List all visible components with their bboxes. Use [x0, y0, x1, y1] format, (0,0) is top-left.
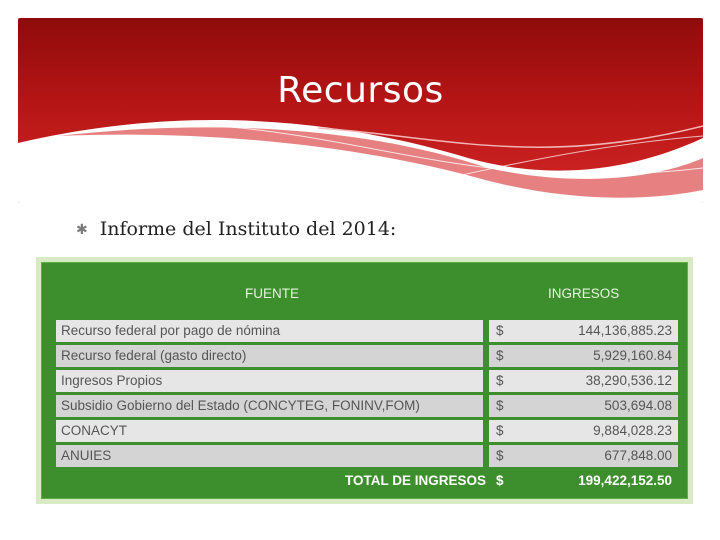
- ingreso-cell: $ 9,884,028.23: [489, 420, 678, 442]
- ingreso-cell: $ 503,694.08: [489, 395, 678, 417]
- currency-symbol: $: [496, 323, 504, 338]
- currency-symbol: $: [496, 373, 504, 388]
- ingreso-amount: 38,290,536.12: [585, 373, 672, 388]
- currency-symbol: $: [496, 398, 504, 413]
- slide-header: Recursos: [18, 18, 703, 203]
- ingreso-cell: $ 5,929,160.84: [489, 345, 678, 367]
- currency-symbol: $: [496, 423, 504, 438]
- ingreso-cell: $ 677,848.00: [489, 445, 678, 467]
- fuente-cell: Ingresos Propios: [56, 370, 483, 392]
- income-table: FUENTE INGRESOS Recurso federal por pago…: [41, 262, 688, 499]
- fuente-cell: ANUIES: [56, 445, 483, 467]
- income-table-frame: FUENTE INGRESOS Recurso federal por pago…: [36, 257, 693, 504]
- table-row: Ingresos Propios $ 38,290,536.12: [56, 370, 678, 392]
- slide-title: Recursos: [277, 70, 444, 111]
- table-row: ANUIES $ 677,848.00: [56, 445, 678, 467]
- column-header-fuente: FUENTE: [245, 286, 299, 301]
- asterisk-bullet-icon: ✱: [76, 222, 88, 238]
- currency-symbol: $: [496, 348, 504, 363]
- total-label: TOTAL DE INGRESOS: [344, 473, 486, 488]
- table-row: CONACYT $ 9,884,028.23: [56, 420, 678, 442]
- fuente-cell: CONACYT: [56, 420, 483, 442]
- total-row: TOTAL DE INGRESOS $ 199,422,152.50: [56, 470, 678, 492]
- column-header-ingresos: INGRESOS: [548, 286, 620, 301]
- currency-symbol: $: [496, 473, 504, 488]
- currency-symbol: $: [496, 448, 504, 463]
- table-row: Subsidio Gobierno del Estado (CONCYTEG, …: [56, 395, 678, 417]
- bullet-item: ✱ Informe del Instituto del 2014:: [76, 218, 396, 240]
- fuente-cell: Recurso federal (gasto directo): [56, 345, 483, 367]
- fuente-cell: Recurso federal por pago de nómina: [56, 320, 483, 342]
- table-row: Recurso federal por pago de nómina $ 144…: [56, 320, 678, 342]
- bullet-text: Informe del Instituto del 2014:: [99, 218, 397, 240]
- table-row: Recurso federal (gasto directo) $ 5,929,…: [56, 345, 678, 367]
- total-amount: 199,422,152.50: [578, 473, 672, 488]
- fuente-cell: Subsidio Gobierno del Estado (CONCYTEG, …: [56, 395, 483, 417]
- ingreso-amount: 503,694.08: [604, 398, 672, 413]
- ingreso-amount: 144,136,885.23: [578, 323, 672, 338]
- ingreso-cell: $ 144,136,885.23: [489, 320, 678, 342]
- ingreso-amount: 9,884,028.23: [593, 423, 672, 438]
- ingreso-amount: 5,929,160.84: [593, 348, 672, 363]
- ingreso-cell: $ 38,290,536.12: [489, 370, 678, 392]
- ingreso-amount: 677,848.00: [604, 448, 672, 463]
